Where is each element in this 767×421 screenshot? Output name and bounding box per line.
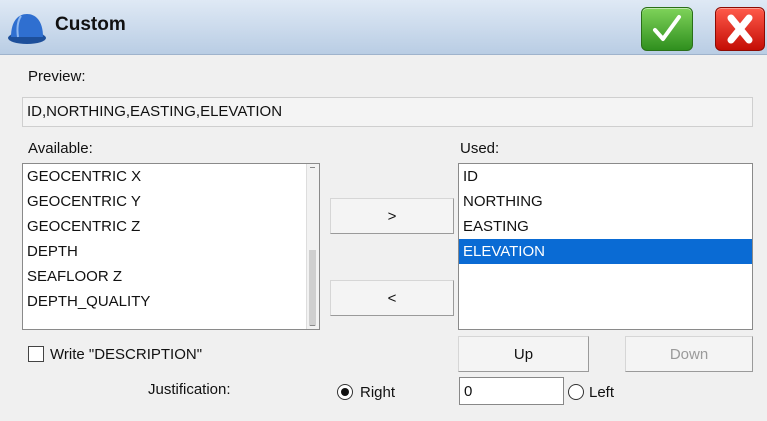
list-item[interactable]: DEPTH xyxy=(23,239,319,264)
remove-from-used-button[interactable]: < xyxy=(330,280,454,316)
move-up-button[interactable]: Up xyxy=(458,336,589,372)
radio-selected-dot xyxy=(341,388,349,396)
scroll-up-arrow[interactable] xyxy=(310,167,315,173)
available-list[interactable]: GEOCENTRIC X GEOCENTRIC Y GEOCENTRIC Z D… xyxy=(22,163,320,330)
window-title: Custom xyxy=(55,14,126,35)
left-radio-label: Left xyxy=(589,384,615,401)
right-radio-label: Right xyxy=(360,384,396,401)
list-item[interactable]: EASTING xyxy=(459,214,752,239)
write-description-checkbox[interactable] xyxy=(28,346,44,362)
list-item[interactable]: GEOCENTRIC Z xyxy=(23,214,319,239)
available-label: Available: xyxy=(28,140,93,157)
move-down-button[interactable]: Down xyxy=(625,336,753,372)
list-item[interactable]: NORTHING xyxy=(459,189,752,214)
hard-hat-icon xyxy=(8,14,46,44)
scrollbar[interactable] xyxy=(306,164,319,329)
justification-label: Justification: xyxy=(148,381,231,398)
list-item[interactable]: GEOCENTRIC X xyxy=(23,164,319,189)
checkmark-icon xyxy=(653,15,681,41)
title-bar: Custom xyxy=(0,0,767,55)
list-item[interactable]: SEAFLOOR Z xyxy=(23,264,319,289)
used-list[interactable]: ID NORTHING EASTING ELEVATION xyxy=(458,163,753,330)
list-item[interactable]: GEOCENTRIC Y xyxy=(23,189,319,214)
preview-label: Preview: xyxy=(28,68,86,85)
write-description-label: Write "DESCRIPTION" xyxy=(50,346,203,363)
list-item-selected[interactable]: ELEVATION xyxy=(459,239,752,264)
right-radio[interactable] xyxy=(337,384,353,400)
close-button[interactable] xyxy=(715,7,765,51)
left-radio[interactable] xyxy=(568,384,584,400)
scroll-down-arrow[interactable] xyxy=(310,320,315,326)
add-to-used-button[interactable]: > xyxy=(330,198,454,234)
justification-value-input[interactable]: 0 xyxy=(459,377,564,405)
preview-field: ID,NORTHING,EASTING,ELEVATION xyxy=(22,97,753,127)
list-item[interactable]: DEPTH_QUALITY xyxy=(23,289,319,314)
close-icon xyxy=(727,14,753,44)
used-label: Used: xyxy=(460,140,500,157)
list-item[interactable]: ID xyxy=(459,164,752,189)
ok-button[interactable] xyxy=(641,7,693,51)
scrollbar-thumb[interactable] xyxy=(309,250,316,326)
